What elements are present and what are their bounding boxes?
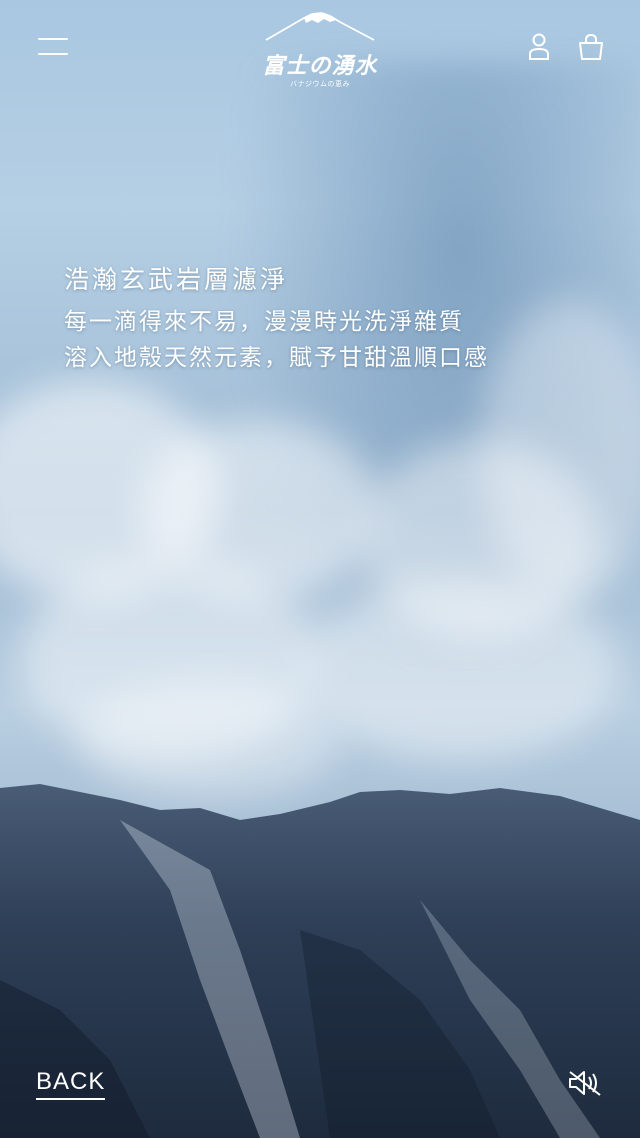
hero-background (0, 0, 640, 1138)
cloud-blur (300, 580, 620, 760)
menu-button[interactable] (38, 36, 70, 60)
hero-heading: 浩瀚玄武岩層濾淨 (64, 265, 289, 294)
speaker-muted-icon (569, 1071, 601, 1096)
logo-title: 富士の湧水 (262, 53, 378, 79)
header: 富士の湧水 バナジウムの恵み (0, 0, 640, 100)
shopping-bag-icon (579, 33, 603, 60)
hero-line-1: 每一滴得來不易，漫漫時光洗淨雜質 (64, 309, 464, 335)
account-button[interactable] (526, 32, 552, 62)
back-button[interactable]: BACK (36, 1068, 106, 1100)
mount-fuji-logo-icon (265, 12, 375, 41)
sound-toggle-button[interactable] (566, 1068, 604, 1098)
user-icon (529, 33, 549, 60)
logo-subtitle: バナジウムの恵み (290, 80, 350, 88)
hamburger-menu-icon-bar (38, 53, 68, 55)
brand-logo[interactable]: 富士の湧水 バナジウムの恵み (250, 8, 390, 88)
hero-line-2: 溶入地殼天然元素，賦予甘甜溫順口感 (64, 345, 489, 371)
cart-button[interactable] (576, 32, 606, 62)
hamburger-menu-icon (38, 38, 68, 40)
hero-copy: 浩瀚玄武岩層濾淨 每一滴得來不易，漫漫時光洗淨雜質 溶入地殼天然元素，賦予甘甜溫… (64, 262, 584, 376)
